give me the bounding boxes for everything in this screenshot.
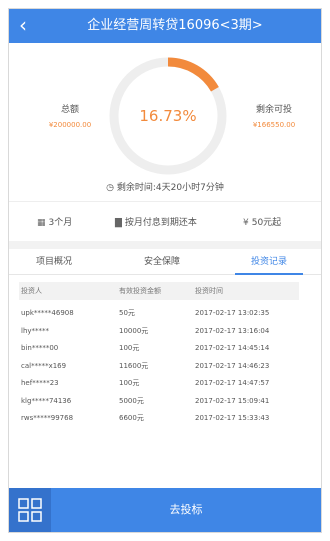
clock-icon: ◷	[106, 183, 115, 193]
countdown-text: 剩余时间:4天20小时7分钟	[116, 183, 224, 193]
investor-cell: lhy*****	[21, 326, 50, 335]
tab-bar: 项目概况 安全保障 投资记录	[9, 249, 321, 275]
chevron-left-icon[interactable]: ‹	[19, 14, 39, 38]
table-row: bin*****00 100元 2017-02-17 14:45:14	[19, 340, 299, 358]
grid-menu-glyph	[18, 498, 42, 522]
countdown: ◷ 剩余时间:4天20小时7分钟	[9, 180, 321, 193]
amount-cell: 6600元	[119, 414, 144, 422]
time-cell: 2017-02-17 14:46:23	[195, 361, 270, 370]
column-header-amount: 有效投资金额	[119, 287, 161, 295]
amount-cell: 100元	[119, 344, 140, 352]
feature-minimum: ¥50元起	[243, 215, 281, 228]
progress-percent: 16.73%	[139, 107, 197, 125]
footer-bar: 去投标	[9, 488, 321, 532]
records-table-body: upk*****46908 50元 2017-02-17 13:02:35 lh…	[19, 305, 299, 428]
divider	[9, 201, 321, 202]
table-row: upk*****46908 50元 2017-02-17 13:02:35	[19, 305, 299, 323]
remaining-amount: 剩余可投 ¥166550.00	[231, 102, 317, 129]
tab-security[interactable]: 安全保障	[137, 249, 187, 275]
total-label: 总额	[60, 105, 79, 115]
feature-term-label: 3个月	[48, 218, 73, 228]
feature-repayment-label: 按月付息到期还本	[124, 218, 197, 228]
tab-records[interactable]: 投资记录	[235, 249, 303, 275]
tab-overview[interactable]: 项目概况	[29, 249, 79, 275]
amount-cell: 100元	[119, 379, 140, 387]
yen-icon: ¥	[243, 218, 249, 228]
table-row: cal*****x169 11600元 2017-02-17 14:46:23	[19, 358, 299, 376]
table-row: rws*****99768 6600元 2017-02-17 15:33:43	[19, 410, 299, 428]
total-value: ¥200000.00	[48, 121, 92, 129]
remaining-label: 剩余可投	[255, 105, 292, 115]
time-cell: 2017-02-17 13:16:04	[195, 326, 270, 335]
amount-cell: 10000元	[119, 326, 149, 335]
time-cell: 2017-02-17 15:33:43	[195, 414, 270, 422]
column-header-investor: 投资人	[21, 287, 42, 295]
table-row: klg*****74136 5000元 2017-02-17 15:09:41	[19, 393, 299, 411]
calendar-icon: ▦	[37, 218, 46, 228]
amount-cell: 5000元	[119, 396, 144, 405]
investor-cell: cal*****x169	[21, 361, 67, 370]
time-cell: 2017-02-17 14:45:14	[195, 344, 270, 352]
bar-chart-icon: ▇	[115, 218, 122, 228]
feature-term: ▦ 3个月	[37, 215, 72, 228]
invest-button[interactable]: 去投标	[51, 488, 321, 532]
feature-repayment: ▇ 按月付息到期还本	[115, 215, 197, 228]
page-title: 企业经营周转贷16096<3期>	[87, 18, 263, 33]
time-cell: 2017-02-17 15:09:41	[195, 396, 270, 405]
grid-menu-icon[interactable]	[9, 488, 51, 532]
amount-cell: 11600元	[119, 361, 149, 370]
investor-cell: bin*****00	[21, 344, 59, 352]
time-cell: 2017-02-17 14:47:57	[195, 379, 270, 387]
table-row: lhy***** 10000元 2017-02-17 13:16:04	[19, 323, 299, 341]
investor-cell: upk*****46908	[21, 309, 74, 317]
header-bar: ‹ 企业经营周转贷16096<3期>	[9, 9, 321, 43]
records-table-header: 投资人 有效投资金额 投资时间	[19, 282, 299, 300]
section-gap	[9, 241, 321, 249]
total-amount: 总额 ¥200000.00	[27, 102, 113, 129]
time-cell: 2017-02-17 13:02:35	[195, 309, 270, 317]
remaining-value: ¥166550.00	[252, 121, 296, 129]
investor-cell: klg*****74136	[21, 396, 72, 405]
feature-minimum-label: 50元起	[251, 218, 282, 228]
app-frame: ‹ 企业经营周转贷16096<3期> 16.73% 总额 ¥200000.00 …	[8, 8, 322, 533]
column-header-time: 投资时间	[195, 287, 223, 295]
amount-cell: 50元	[119, 309, 135, 317]
investor-cell: hef*****23	[21, 379, 59, 387]
progress-ring: 16.73%	[108, 56, 228, 176]
investor-cell: rws*****99768	[21, 414, 74, 422]
table-row: hef*****23 100元 2017-02-17 14:47:57	[19, 375, 299, 393]
